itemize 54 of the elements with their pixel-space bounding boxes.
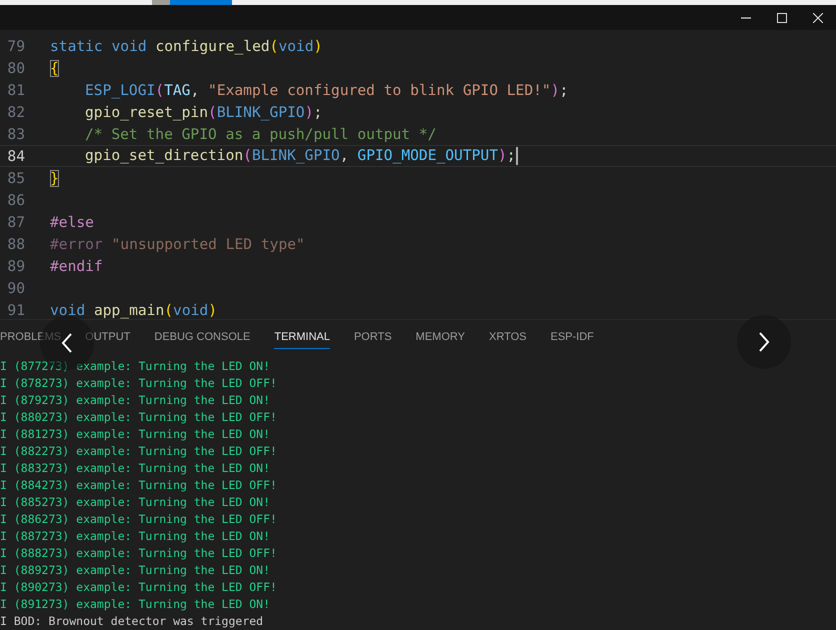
chevron-right-icon (758, 332, 770, 352)
terminal-line: I (890273) example: Turning the LED OFF! (0, 579, 278, 596)
minimize-icon (741, 16, 751, 18)
code-line: } (50, 170, 59, 186)
active-indicator (170, 0, 232, 5)
line-number: 85 (6, 170, 25, 186)
code-line: static void configure_led(void) (50, 38, 322, 54)
line-number: 84 (6, 148, 25, 164)
terminal-line: I BOD: Brownout detector was triggered (0, 613, 264, 630)
code-line: #error "unsupported LED type" (50, 236, 305, 252)
code-line: void app_main(void) (50, 302, 217, 318)
panel-tab[interactable]: ESP-IDF (550, 325, 594, 349)
panel-tab[interactable]: TERMINAL (274, 325, 330, 349)
line-number: 88 (6, 236, 25, 252)
panel-tab[interactable]: DEBUG CONSOLE (154, 325, 250, 349)
code-line: gpio_set_direction(BLINK_GPIO, GPIO_MODE_OUTPUT); (85, 147, 518, 165)
code-line: gpio_reset_pin(BLINK_GPIO); (85, 104, 322, 120)
terminal-line: I (878273) example: Turning the LED OFF! (0, 375, 278, 392)
code-line: /* Set the GPIO as a push/pull output */ (85, 126, 436, 142)
panel-tab[interactable]: OUTPUT (85, 325, 130, 349)
code-line: { (50, 60, 59, 76)
terminal-line: I (884273) example: Turning the LED OFF! (0, 477, 278, 494)
terminal-line: I (891273) example: Turning the LED ON! (0, 596, 272, 613)
close-icon (813, 12, 823, 22)
line-number: 87 (6, 214, 25, 230)
terminal-line: I (888273) example: Turning the LED OFF! (0, 545, 278, 562)
line-number: 89 (6, 258, 25, 274)
code-line: ESP_LOGI(TAG, "Example configured to blink GPIO LED!"); (85, 82, 568, 98)
terminal-line: I (881273) example: Turning the LED ON! (0, 426, 272, 443)
terminal-line: I (879273) example: Turning the LED ON! (0, 392, 272, 409)
panel-tab[interactable]: MEMORY (416, 325, 465, 349)
panel-tab[interactable]: XRTOS (488, 325, 526, 349)
line-number: 79 (6, 38, 25, 54)
line-number: 90 (6, 280, 25, 296)
panel-tab[interactable]: PORTS (354, 325, 392, 349)
terminal-line: I (882273) example: Turning the LED OFF! (0, 443, 278, 460)
line-number: 82 (6, 104, 25, 120)
terminal-line: I (889273) example: Turning the LED ON! (0, 562, 272, 579)
panel-tab[interactable]: PROBLEMS (0, 325, 62, 349)
chevron-left-icon (61, 333, 73, 353)
line-number: 80 (6, 60, 25, 76)
terminal-line: I (887273) example: Turning the LED ON! (0, 528, 272, 545)
maximize-icon (777, 12, 787, 22)
line-number: 83 (6, 126, 25, 142)
code-line: #endif (50, 258, 103, 274)
line-number: 91 (6, 302, 25, 318)
code-line: #else (50, 214, 94, 230)
terminal-line: I (885273) example: Turning the LED ON! (0, 494, 272, 511)
terminal-line: I (880273) example: Turning the LED OFF! (0, 409, 278, 426)
line-number: 86 (6, 192, 25, 208)
line-number: 81 (6, 82, 25, 98)
terminal-line: I (883273) example: Turning the LED ON! (0, 460, 272, 477)
terminal-line: I (886273) example: Turning the LED OFF! (0, 511, 278, 528)
terminal-line: I (877273) example: Turning the LED ON! (0, 358, 272, 375)
